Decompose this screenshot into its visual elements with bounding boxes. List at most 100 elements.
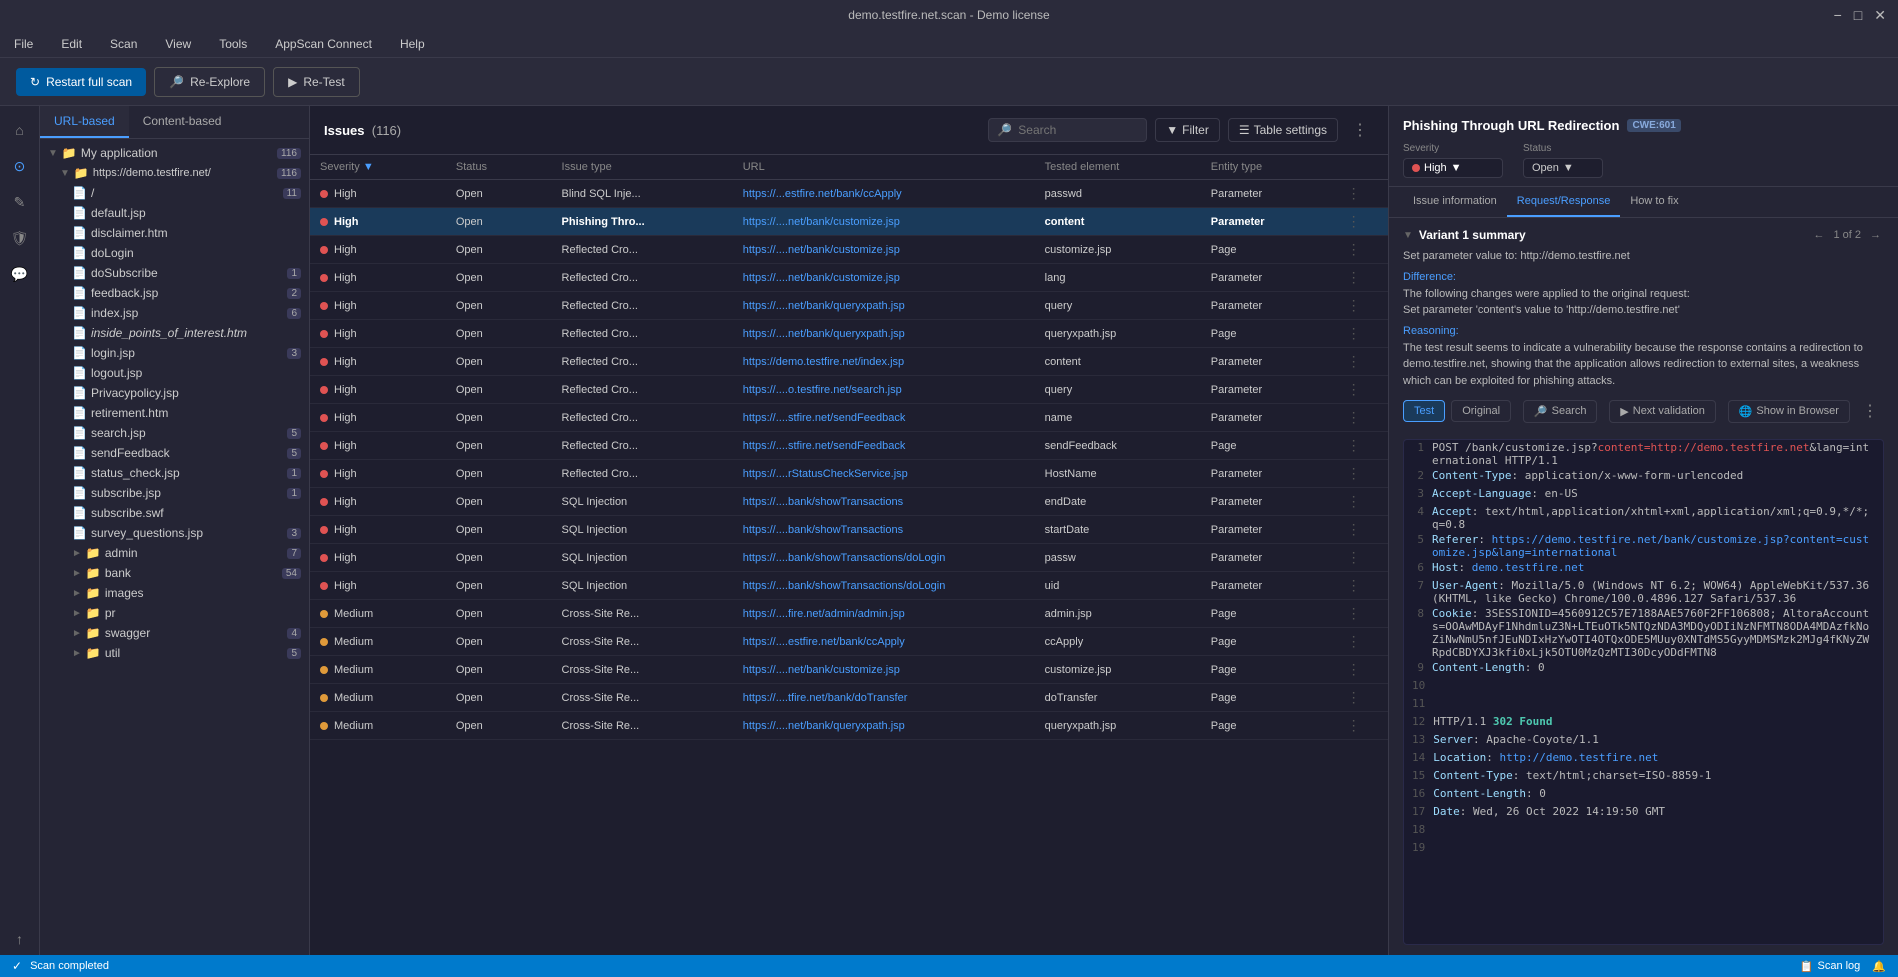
cell-actions[interactable]: ⋮ bbox=[1337, 572, 1388, 600]
menu-tools[interactable]: Tools bbox=[213, 35, 253, 53]
table-settings-button[interactable]: ☰ Table settings bbox=[1228, 118, 1338, 142]
table-row[interactable]: High Open SQL Injection https://....bank… bbox=[310, 516, 1388, 544]
cell-actions[interactable]: ⋮ bbox=[1337, 404, 1388, 432]
maximize-button[interactable]: □ bbox=[1854, 7, 1862, 24]
table-row[interactable]: High Open Reflected Cro... https://....s… bbox=[310, 404, 1388, 432]
tree-file-subscribejsp[interactable]: 📄 subscribe.jsp 1 bbox=[40, 483, 309, 503]
row-more-button[interactable]: ⋮ bbox=[1347, 353, 1361, 369]
tab-url-based[interactable]: URL-based bbox=[40, 106, 129, 138]
variant-header[interactable]: ▼ Variant 1 summary ← 1 of 2 → bbox=[1403, 228, 1884, 242]
table-row[interactable]: Medium Open Cross-Site Re... https://...… bbox=[310, 712, 1388, 740]
menu-scan[interactable]: Scan bbox=[104, 35, 143, 53]
tree-file-statuscheck[interactable]: 📄 status_check.jsp 1 bbox=[40, 463, 309, 483]
variant-next-button[interactable]: → bbox=[1867, 229, 1884, 241]
cell-actions[interactable]: ⋮ bbox=[1337, 712, 1388, 740]
row-more-button[interactable]: ⋮ bbox=[1347, 213, 1361, 229]
cell-actions[interactable]: ⋮ bbox=[1337, 180, 1388, 208]
pencil-icon-btn[interactable]: ✎ bbox=[4, 186, 36, 218]
tree-file-loginjsp[interactable]: 📄 login.jsp 3 bbox=[40, 343, 309, 363]
row-more-button[interactable]: ⋮ bbox=[1347, 605, 1361, 621]
col-severity[interactable]: Severity ▼ bbox=[310, 155, 446, 180]
cell-actions[interactable]: ⋮ bbox=[1337, 544, 1388, 572]
tree-file-indexjsp[interactable]: 📄 index.jsp 6 bbox=[40, 303, 309, 323]
re-test-button[interactable]: ▶ Re-Test bbox=[273, 67, 360, 97]
tree-file-default[interactable]: 📄 default.jsp bbox=[40, 203, 309, 223]
chat-icon-btn[interactable]: 💬 bbox=[4, 258, 36, 290]
cell-actions[interactable]: ⋮ bbox=[1337, 656, 1388, 684]
row-more-button[interactable]: ⋮ bbox=[1347, 549, 1361, 565]
scan-icon-btn[interactable]: ⊙ bbox=[4, 150, 36, 182]
search-box[interactable]: 🔎 bbox=[988, 118, 1147, 142]
table-row[interactable]: High Open SQL Injection https://....bank… bbox=[310, 488, 1388, 516]
row-more-button[interactable]: ⋮ bbox=[1347, 689, 1361, 705]
table-row[interactable]: High Open Reflected Cro... https://....r… bbox=[310, 460, 1388, 488]
table-row[interactable]: High Open Reflected Cro... https://....n… bbox=[310, 292, 1388, 320]
tree-folder-util[interactable]: ► 📁 util 5 bbox=[40, 643, 309, 663]
tree-file-disclaimer[interactable]: 📄 disclaimer.htm bbox=[40, 223, 309, 243]
table-row[interactable]: Medium Open Cross-Site Re... https://...… bbox=[310, 600, 1388, 628]
code-tab-test[interactable]: Test bbox=[1403, 400, 1445, 422]
row-more-button[interactable]: ⋮ bbox=[1347, 633, 1361, 649]
table-row[interactable]: High Open Phishing Thro... https://....n… bbox=[310, 208, 1388, 236]
menu-edit[interactable]: Edit bbox=[55, 35, 88, 53]
cell-actions[interactable]: ⋮ bbox=[1337, 628, 1388, 656]
tree-folder-bank[interactable]: ► 📁 bank 54 bbox=[40, 563, 309, 583]
table-row[interactable]: High Open Reflected Cro... https://....n… bbox=[310, 236, 1388, 264]
minimize-button[interactable]: − bbox=[1834, 7, 1842, 24]
tab-request-response[interactable]: Request/Response bbox=[1507, 187, 1621, 217]
code-more-button[interactable]: ⋮ bbox=[1856, 397, 1884, 425]
filter-button[interactable]: ▼ Filter bbox=[1155, 118, 1220, 142]
cell-actions[interactable]: ⋮ bbox=[1337, 376, 1388, 404]
tree-file-sendfeedback[interactable]: 📄 sendFeedback 5 bbox=[40, 443, 309, 463]
search-input[interactable] bbox=[1018, 123, 1138, 137]
scan-log-button[interactable]: 📋 Scan log bbox=[1800, 960, 1861, 973]
tree-file-inside[interactable]: 📄 inside_points_of_interest.htm bbox=[40, 323, 309, 343]
row-more-button[interactable]: ⋮ bbox=[1347, 717, 1361, 733]
show-browser-button[interactable]: 🌐 Show in Browser bbox=[1728, 400, 1850, 423]
row-more-button[interactable]: ⋮ bbox=[1347, 661, 1361, 677]
table-row[interactable]: High Open Reflected Cro... https://....o… bbox=[310, 376, 1388, 404]
row-more-button[interactable]: ⋮ bbox=[1347, 381, 1361, 397]
cell-actions[interactable]: ⋮ bbox=[1337, 236, 1388, 264]
tab-content-based[interactable]: Content-based bbox=[129, 106, 236, 138]
tree-file-survey[interactable]: 📄 survey_questions.jsp 3 bbox=[40, 523, 309, 543]
col-url[interactable]: URL bbox=[733, 155, 1035, 180]
row-more-button[interactable]: ⋮ bbox=[1347, 325, 1361, 341]
tab-how-to-fix[interactable]: How to fix bbox=[1620, 187, 1688, 217]
status-select[interactable]: Open ▼ bbox=[1523, 158, 1603, 178]
table-row[interactable]: High Open SQL Injection https://....bank… bbox=[310, 544, 1388, 572]
row-more-button[interactable]: ⋮ bbox=[1347, 465, 1361, 481]
table-row[interactable]: Medium Open Cross-Site Re... https://...… bbox=[310, 656, 1388, 684]
severity-select[interactable]: High ▼ bbox=[1403, 158, 1503, 178]
col-status[interactable]: Status bbox=[446, 155, 552, 180]
table-row[interactable]: Medium Open Cross-Site Re... https://...… bbox=[310, 684, 1388, 712]
table-row[interactable]: High Open Reflected Cro... https://....n… bbox=[310, 264, 1388, 292]
cell-actions[interactable]: ⋮ bbox=[1337, 264, 1388, 292]
code-tab-original[interactable]: Original bbox=[1451, 400, 1511, 422]
tree-file-slash[interactable]: 📄 / 11 bbox=[40, 183, 309, 203]
cell-actions[interactable]: ⋮ bbox=[1337, 348, 1388, 376]
home-icon-btn[interactable]: ⌂ bbox=[4, 114, 36, 146]
row-more-button[interactable]: ⋮ bbox=[1347, 409, 1361, 425]
next-validation-button[interactable]: ▶ Next validation bbox=[1609, 400, 1716, 423]
menu-help[interactable]: Help bbox=[394, 35, 431, 53]
cell-actions[interactable]: ⋮ bbox=[1337, 488, 1388, 516]
row-more-button[interactable]: ⋮ bbox=[1347, 577, 1361, 593]
menu-file[interactable]: File bbox=[8, 35, 39, 53]
tree-folder-images[interactable]: ► 📁 images bbox=[40, 583, 309, 603]
cell-actions[interactable]: ⋮ bbox=[1337, 600, 1388, 628]
tree-file-searchjsp[interactable]: 📄 search.jsp 5 bbox=[40, 423, 309, 443]
re-explore-button[interactable]: 🔎 Re-Explore bbox=[154, 67, 265, 97]
tree-file-dologin[interactable]: 📄 doLogin bbox=[40, 243, 309, 263]
notifications-button[interactable]: 🔔 bbox=[1872, 960, 1886, 973]
cell-actions[interactable]: ⋮ bbox=[1337, 460, 1388, 488]
row-more-button[interactable]: ⋮ bbox=[1347, 185, 1361, 201]
row-more-button[interactable]: ⋮ bbox=[1347, 437, 1361, 453]
row-more-button[interactable]: ⋮ bbox=[1347, 297, 1361, 313]
restart-full-scan-button[interactable]: ↻ Restart full scan bbox=[16, 68, 146, 96]
cell-actions[interactable]: ⋮ bbox=[1337, 684, 1388, 712]
col-tested[interactable]: Tested element bbox=[1035, 155, 1201, 180]
col-entity[interactable]: Entity type bbox=[1201, 155, 1337, 180]
tree-file-privacy[interactable]: 📄 Privacypolicy.jsp bbox=[40, 383, 309, 403]
tree-folder-admin[interactable]: ► 📁 admin 7 bbox=[40, 543, 309, 563]
